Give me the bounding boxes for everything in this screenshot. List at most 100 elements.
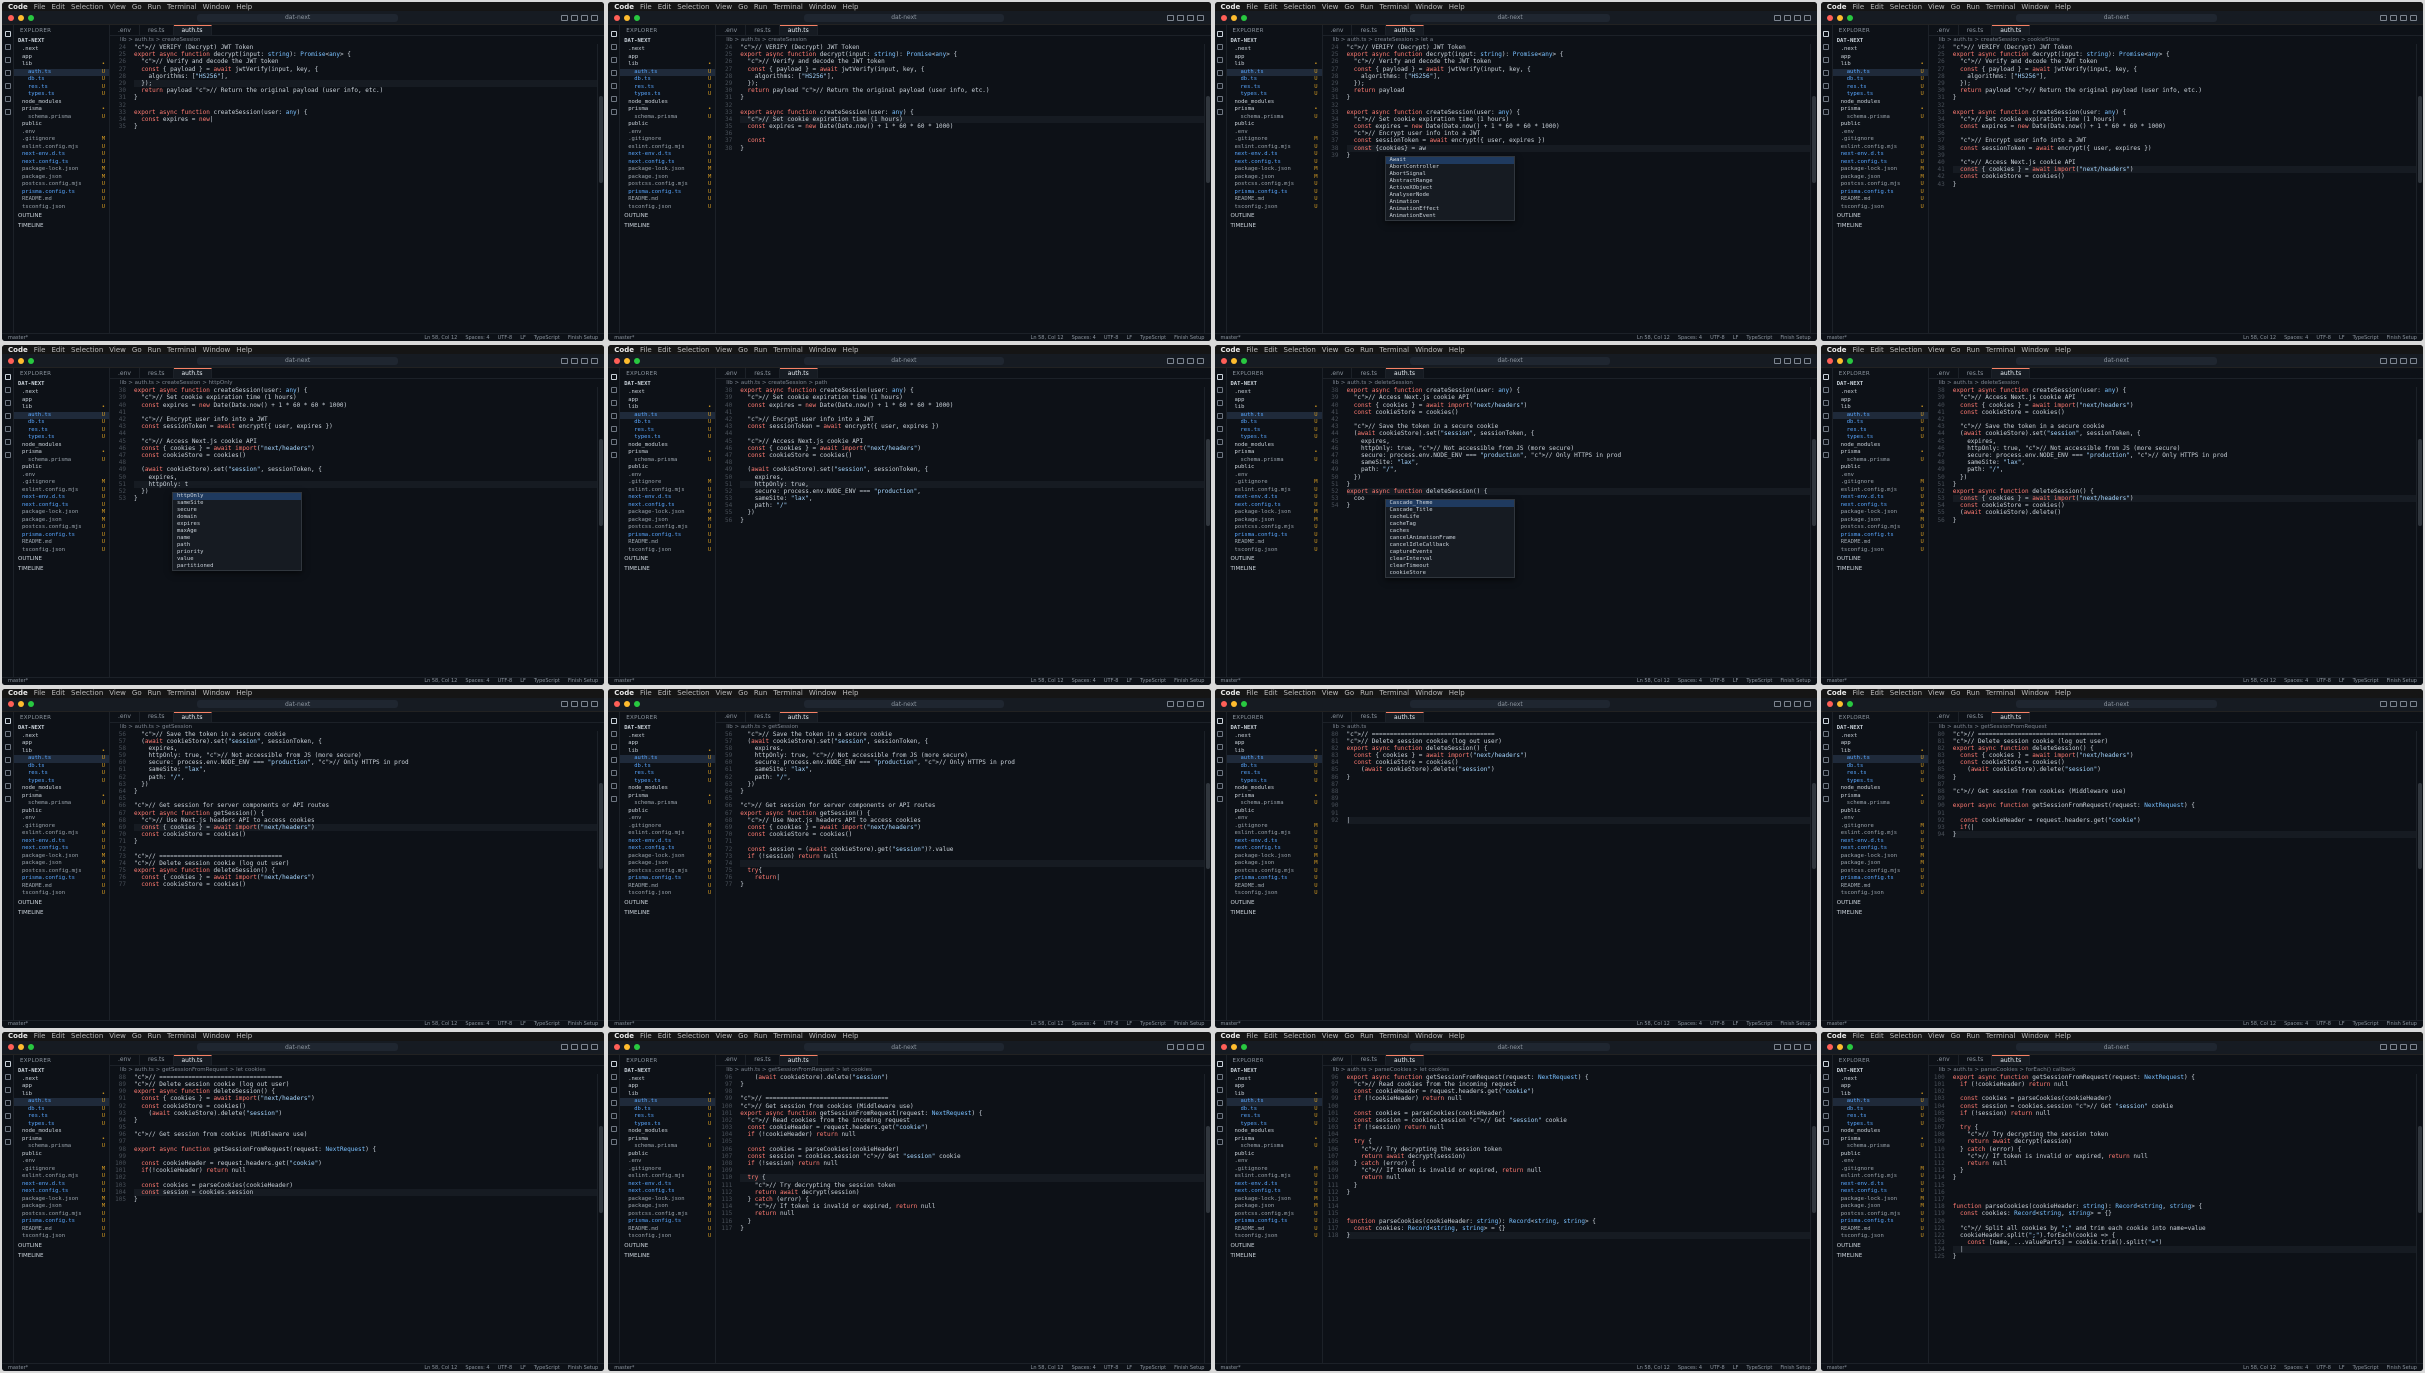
menu-item[interactable]: Selection	[677, 346, 709, 354]
run-debug-icon[interactable]	[4, 70, 11, 76]
search-icon[interactable]	[4, 1073, 11, 1080]
search-icon[interactable]	[610, 1073, 617, 1080]
file-tree-item[interactable]: eslint.config.mjs U	[14, 1173, 109, 1181]
file-tree-item[interactable]: schema.prisma U	[14, 114, 109, 122]
status-spaces[interactable]: Spaces: 4	[2284, 335, 2308, 341]
git-branch-status[interactable]: master*	[1221, 1021, 1241, 1027]
minimize-window-button[interactable]	[1230, 701, 1237, 707]
menu-item[interactable]: Go	[1951, 1032, 1961, 1040]
file-tree-item[interactable]: prisma.config.ts U	[14, 875, 109, 883]
menu-item[interactable]: Window	[1415, 689, 1443, 697]
search-icon[interactable]	[1217, 387, 1223, 394]
file-tree-item[interactable]: package.json M	[1227, 174, 1322, 182]
settings-gear-icon[interactable]	[4, 452, 11, 459]
breadcrumb[interactable]: lib > auth.ts > parseCookies > forEach()…	[1929, 1066, 2423, 1074]
toggle-sidebar-icon[interactable]	[2379, 1044, 2387, 1051]
file-tree-item[interactable]: next-env.d.ts U	[1833, 838, 1928, 846]
git-branch-status[interactable]: master*	[1827, 1365, 1847, 1371]
menu-item[interactable]: Terminal	[1986, 346, 2016, 354]
outline-section[interactable]: OUTLINE	[14, 898, 109, 908]
command-search-input[interactable]: dat-next	[803, 1043, 1005, 1052]
file-tree-item[interactable]: README.md U	[1833, 196, 1928, 204]
extensions-icon[interactable]	[4, 426, 11, 433]
file-tree-item[interactable]: auth.ts U	[620, 755, 716, 763]
file-tree-item[interactable]: .next	[1833, 1076, 1928, 1084]
menu-item[interactable]: Help	[2055, 346, 2071, 354]
project-root[interactable]: DAT-NEXT	[14, 725, 109, 733]
toggle-panel-icon[interactable]	[1177, 14, 1185, 21]
toggle-panel-icon[interactable]	[2389, 1044, 2397, 1051]
file-tree-item[interactable]: auth.ts U	[1226, 68, 1322, 76]
scrollbar-thumb[interactable]	[1811, 782, 1816, 870]
file-tree-item[interactable]: tsconfig.json U	[1227, 547, 1322, 555]
file-tree-item[interactable]: schema.prisma U	[1833, 800, 1928, 808]
file-tree-item[interactable]: .gitignore M	[14, 136, 109, 144]
file-tree-item[interactable]: package-lock.json M	[1833, 1196, 1928, 1204]
editor-scrollbar[interactable]	[2416, 44, 2423, 334]
status-position[interactable]: Ln 58, Col 12	[2243, 1021, 2276, 1027]
status-spaces[interactable]: Spaces: 4	[465, 678, 489, 684]
file-tree-item[interactable]: package-lock.json M	[1227, 853, 1322, 861]
menu-item[interactable]: Run	[1966, 346, 1979, 354]
suggestion-item[interactable]: AbortController	[1386, 164, 1514, 171]
editor-tab[interactable]: .env	[716, 1054, 747, 1065]
project-root[interactable]: DAT-NEXT	[620, 725, 715, 733]
menu-item[interactable]: Run	[754, 689, 767, 697]
editor-tab[interactable]: .env	[110, 711, 140, 722]
explorer-icon[interactable]	[1217, 374, 1223, 381]
status-lang[interactable]: TypeScript	[534, 1021, 560, 1027]
status-eol[interactable]: LF	[1126, 1365, 1132, 1371]
file-tree-item[interactable]: postcss.config.mjs U	[620, 868, 715, 876]
code-lines[interactable]: export async function getSessionFromRequ…	[1949, 1074, 2416, 1363]
file-tree-item[interactable]: public	[1833, 1151, 1928, 1159]
file-tree-item[interactable]: prisma.config.ts U	[1833, 1218, 1928, 1226]
breadcrumb[interactable]: lib > auth.ts > getSessionFromRequest	[1929, 723, 2423, 731]
layout-icon[interactable]	[591, 14, 599, 21]
file-tree-item[interactable]: package-lock.json M	[14, 853, 109, 861]
toggle-panel-icon[interactable]	[2389, 357, 2397, 364]
search-icon[interactable]	[4, 44, 11, 50]
file-tree-item[interactable]: res.ts U	[1227, 1113, 1322, 1121]
file-tree-item[interactable]: app	[1833, 740, 1928, 748]
file-tree-item[interactable]: .env	[14, 472, 109, 480]
command-search-input[interactable]: dat-next	[197, 700, 398, 708]
file-tree-item[interactable]: types.ts U	[1833, 91, 1928, 99]
file-tree-item[interactable]: README.md U	[14, 196, 109, 204]
search-icon[interactable]	[4, 730, 11, 737]
menu-item[interactable]: File	[34, 1032, 46, 1040]
timeline-section[interactable]: TIMELINE	[14, 221, 109, 231]
maximize-window-button[interactable]	[28, 357, 34, 364]
menu-item[interactable]: File	[640, 346, 652, 354]
menu-item[interactable]: File	[1852, 3, 1864, 11]
file-tree-item[interactable]: prisma •	[620, 1136, 715, 1144]
file-tree-item[interactable]: tsconfig.json U	[1833, 1233, 1928, 1241]
timeline-section[interactable]: TIMELINE	[1227, 1251, 1322, 1261]
menu-item[interactable]: View	[1322, 1032, 1339, 1040]
toggle-panel-icon[interactable]	[1177, 357, 1185, 364]
file-tree-item[interactable]: types.ts U	[1833, 1121, 1928, 1129]
menu-item[interactable]: Terminal	[773, 346, 803, 354]
menu-item[interactable]: View	[1928, 346, 1945, 354]
scrollbar-thumb[interactable]	[599, 439, 604, 527]
file-tree-item[interactable]: res.ts U	[1227, 84, 1322, 92]
editor-tab[interactable]: res.ts	[1959, 711, 1993, 722]
file-tree-item[interactable]: .env	[620, 472, 715, 480]
menu-item[interactable]: Code	[1827, 346, 1847, 354]
minimize-window-button[interactable]	[1230, 14, 1237, 21]
menu-item[interactable]: Help	[2055, 689, 2071, 697]
source-control-icon[interactable]	[610, 743, 617, 750]
file-tree-item[interactable]: package-lock.json M	[1833, 853, 1928, 861]
command-search-input[interactable]: dat-next	[803, 13, 1005, 22]
status-lang[interactable]: TypeScript	[1746, 1365, 1772, 1371]
menu-item[interactable]: Selection	[71, 3, 103, 11]
search-icon[interactable]	[1823, 387, 1830, 394]
menu-item[interactable]: Code	[8, 3, 28, 11]
file-tree-item[interactable]: types.ts U	[1227, 434, 1322, 442]
status-finish[interactable]: Finish Setup	[1780, 1365, 1810, 1371]
account-icon[interactable]	[4, 439, 11, 446]
status-finish[interactable]: Finish Setup	[1780, 1021, 1810, 1027]
editor-scrollbar[interactable]	[1809, 730, 1817, 1020]
minimize-window-button[interactable]	[1230, 357, 1237, 364]
file-tree-item[interactable]: package.json M	[620, 517, 715, 525]
file-tree-item[interactable]: package-lock.json M	[620, 509, 715, 517]
